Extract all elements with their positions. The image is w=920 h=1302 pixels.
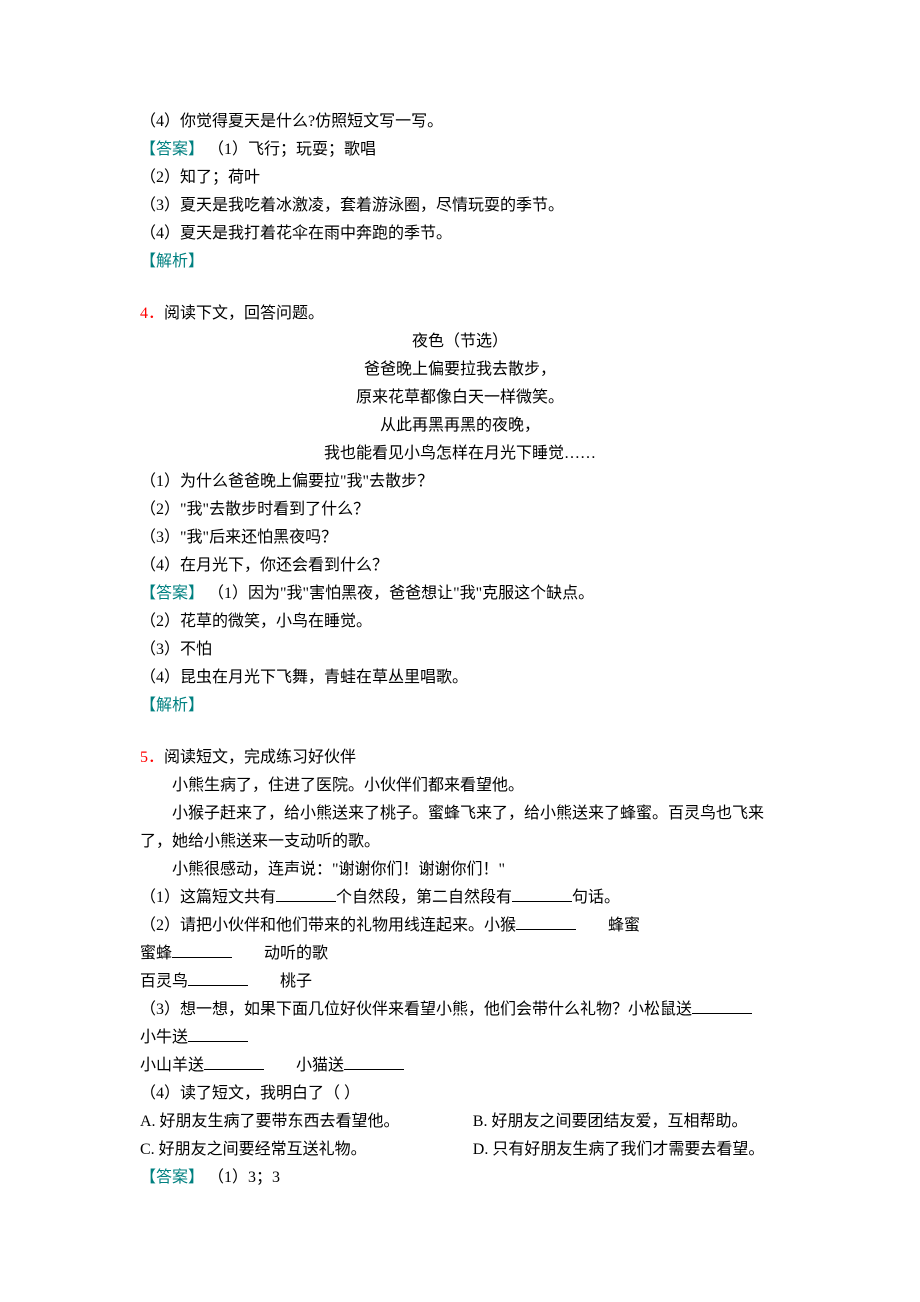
q5-para3: 小熊很感动，连声说："谢谢你们！谢谢你们！" xyxy=(140,856,780,884)
q4-sub4: （4）在月光下，你还会看到什么？ xyxy=(140,552,780,580)
q5-bailing: 百灵鸟 桃子 xyxy=(140,968,780,996)
spacer xyxy=(140,276,780,300)
q5-sub2-b: 蜂蜜 xyxy=(576,917,640,934)
q5-sub2-a: （2）请把小伙伴和他们带来的礼物用线连起来。小猴 xyxy=(140,917,516,934)
q4-poem-line3: 从此再黑再黑的夜晚， xyxy=(140,412,780,440)
q4-ans2: （2）花草的微笑，小鸟在睡觉。 xyxy=(140,608,780,636)
q4-ans3: （3）不怕 xyxy=(140,636,780,664)
q5-option-a[interactable]: A. 好朋友生病了要带东西去看望他。 xyxy=(140,1108,473,1136)
q5-mifeng-b: 动听的歌 xyxy=(232,945,328,962)
blank[interactable] xyxy=(344,1053,404,1070)
q5-sub1-b: 个自然段，第二自然段有 xyxy=(336,889,512,906)
q4-poem-line2: 原来花草都像白天一样微笑。 xyxy=(140,384,780,412)
q4-answer-line1: 【答案】 （1）因为"我"害怕黑夜，爸爸想让"我"克服这个缺点。 xyxy=(140,580,780,608)
q3-answer-line1: 【答案】 （1）飞行；玩耍；歌唱 xyxy=(140,136,780,164)
q5-sub4: （4）读了短文，我明白了（ ） xyxy=(140,1080,780,1108)
blank[interactable] xyxy=(276,885,336,902)
q5-para1: 小熊生病了，住进了医院。小伙伴们都来看望他。 xyxy=(140,772,780,800)
q4-ans1: （1）因为"我"害怕黑夜，爸爸想让"我"克服这个缺点。 xyxy=(204,585,594,602)
q4-number: 4． xyxy=(140,305,164,322)
q4-ans4: （4）昆虫在月光下飞舞，青蛙在草丛里唱歌。 xyxy=(140,664,780,692)
answer-label: 【答案】 xyxy=(140,585,204,602)
q5-sub2: （2）请把小伙伴和他们带来的礼物用线连起来。小猴 蜂蜜 xyxy=(140,912,780,940)
q5-option-c[interactable]: C. 好朋友之间要经常互送礼物。 xyxy=(140,1136,473,1164)
blank[interactable] xyxy=(692,997,752,1014)
blank[interactable] xyxy=(512,885,572,902)
blank[interactable] xyxy=(172,941,232,958)
q5-xiaoshanyang-a: 小山羊送 xyxy=(140,1057,204,1074)
q4-poem-line4: 我也能看见小鸟怎样在月光下睡觉…… xyxy=(140,440,780,468)
q5-sub3-a: （3）想一想，如果下面几位好伙伴来看望小熊，他们会带什么礼物？小松鼠送 xyxy=(140,1001,692,1018)
q3-ans4: （4）夏天是我打着花伞在雨中奔跑的季节。 xyxy=(140,220,780,248)
q5-xiaoniu: 小牛送 xyxy=(140,1024,780,1052)
q4-poem-title: 夜色（节选） xyxy=(140,328,780,356)
q5-bailing-b: 桃子 xyxy=(248,973,312,990)
q4-poem-line1: 爸爸晚上偏要拉我去散步， xyxy=(140,356,780,384)
q5-number: 5． xyxy=(140,749,164,766)
q5-answer-line1: 【答案】 （1）3；3 xyxy=(140,1164,780,1192)
q5-sub1-c: 句话。 xyxy=(572,889,620,906)
q5-mifeng: 蜜蜂 动听的歌 xyxy=(140,940,780,968)
blank[interactable] xyxy=(204,1053,264,1070)
answer-label: 【答案】 xyxy=(140,141,204,158)
q4-explain-label: 【解析】 xyxy=(140,692,780,720)
q3-sub4: （4）你觉得夏天是什么?仿照短文写一写。 xyxy=(140,108,780,136)
q4-sub3: （3）"我"后来还怕黑夜吗？ xyxy=(140,524,780,552)
q4-sub1: （1）为什么爸爸晚上偏要拉"我"去散步？ xyxy=(140,468,780,496)
q4-title: 阅读下文，回答问题。 xyxy=(164,305,324,322)
q3-ans2: （2）知了；荷叶 xyxy=(140,164,780,192)
q4-heading: 4．阅读下文，回答问题。 xyxy=(140,300,780,328)
blank[interactable] xyxy=(188,969,248,986)
spacer xyxy=(140,720,780,744)
q5-para2b: 了，她给小熊送来一支动听的歌。 xyxy=(140,828,780,856)
page-root: （4）你觉得夏天是什么?仿照短文写一写。 【答案】 （1）飞行；玩耍；歌唱 （2… xyxy=(0,0,920,1302)
q4-sub2: （2）"我"去散步时看到了什么？ xyxy=(140,496,780,524)
q5-sub3: （3）想一想，如果下面几位好伙伴来看望小熊，他们会带什么礼物？小松鼠送 xyxy=(140,996,780,1024)
blank[interactable] xyxy=(516,913,576,930)
q5-heading: 5．阅读短文，完成练习好伙伴 xyxy=(140,744,780,772)
q5-mifeng-a: 蜜蜂 xyxy=(140,945,172,962)
q5-ans1: （1）3；3 xyxy=(204,1169,280,1186)
q5-options: A. 好朋友生病了要带东西去看望他。 B. 好朋友之间要团结友爱，互相帮助。 C… xyxy=(140,1108,780,1164)
q5-option-b[interactable]: B. 好朋友之间要团结友爱，互相帮助。 xyxy=(473,1108,780,1136)
q5-para2a: 小猴子赶来了，给小熊送来了桃子。蜜蜂飞来了，给小熊送来了蜂蜜。百灵鸟也飞来 xyxy=(140,800,780,828)
blank[interactable] xyxy=(188,1025,248,1042)
q5-sub1-a: （1）这篇短文共有 xyxy=(140,889,276,906)
answer-label: 【答案】 xyxy=(140,1169,204,1186)
q5-xiaoshanyang: 小山羊送 小猫送 xyxy=(140,1052,780,1080)
q3-explain-label: 【解析】 xyxy=(140,248,780,276)
q5-xiaoniu-a: 小牛送 xyxy=(140,1029,188,1046)
q3-ans1: （1）飞行；玩耍；歌唱 xyxy=(204,141,376,158)
q5-option-d[interactable]: D. 只有好朋友生病了我们才需要去看望。 xyxy=(473,1136,780,1164)
q5-sub1: （1）这篇短文共有 个自然段，第二自然段有 句话。 xyxy=(140,884,780,912)
q3-ans3: （3）夏天是我吃着冰激凌，套着游泳圈，尽情玩耍的季节。 xyxy=(140,192,780,220)
q5-xiaoshanyang-b: 小猫送 xyxy=(264,1057,344,1074)
q5-bailing-a: 百灵鸟 xyxy=(140,973,188,990)
q5-title: 阅读短文，完成练习好伙伴 xyxy=(164,749,356,766)
